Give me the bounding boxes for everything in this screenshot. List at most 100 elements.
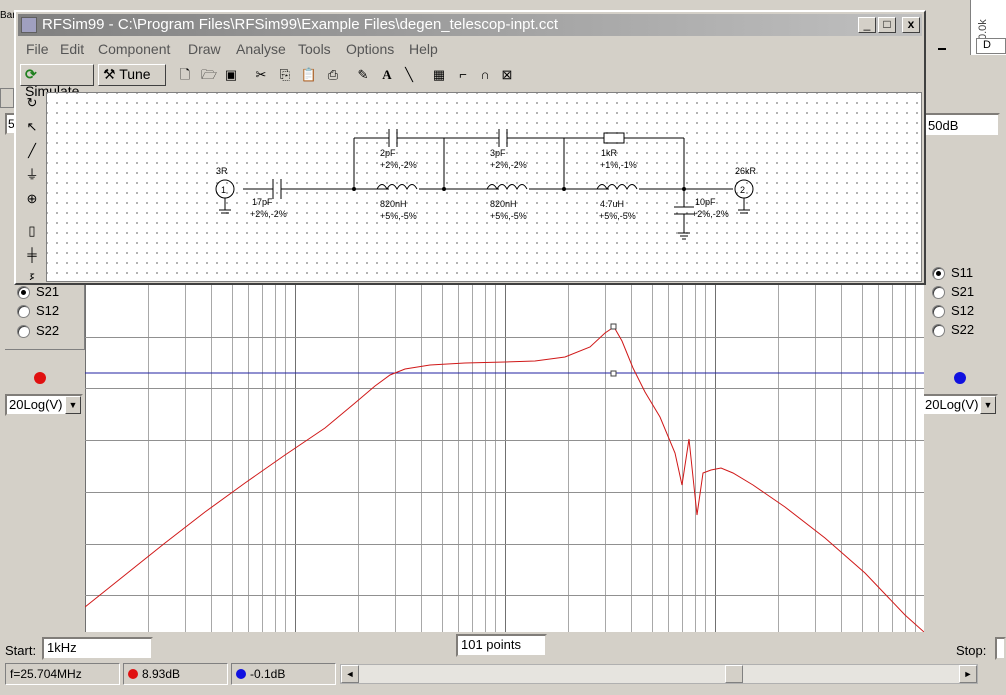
chevron-down-icon[interactable]: ▼ xyxy=(65,396,81,414)
scrollbar-thumb[interactable] xyxy=(725,665,743,683)
blue-marker-handle[interactable] xyxy=(610,370,617,377)
radio-label-s21-right: S21 xyxy=(951,284,975,299)
refresh-icon: ⟳ xyxy=(25,66,37,82)
radio-s21[interactable] xyxy=(17,286,30,299)
l3-value: 4.7uH xyxy=(600,199,624,209)
radio-s12-right[interactable] xyxy=(932,305,945,318)
radio-label-s12: S12 xyxy=(36,303,60,318)
l2-value: 820nH xyxy=(490,199,517,209)
radio-label-s12-right: S12 xyxy=(951,303,975,318)
chevron-down-icon[interactable]: ▼ xyxy=(980,396,996,414)
l1-value: 820nH xyxy=(380,199,407,209)
tune-icon: ⚒ xyxy=(103,66,116,82)
right-scale-select[interactable]: 20Log(V) ▼ xyxy=(921,394,998,416)
close-button[interactable]: x xyxy=(902,17,920,33)
ground-icon[interactable]: ⏚ xyxy=(23,166,41,184)
points-input[interactable]: 101 points xyxy=(456,634,547,657)
background-side-text: 0.0k xyxy=(977,19,989,40)
menu-edit[interactable]: Edit xyxy=(60,41,84,57)
text-tool-icon[interactable]: A xyxy=(378,66,396,84)
simulate-button[interactable]: ⟳ Simulate xyxy=(20,64,94,99)
copy-icon[interactable]: ⎘ xyxy=(276,66,294,84)
tune-button[interactable]: ⚒ Tune xyxy=(98,64,166,86)
radio-s21-right[interactable] xyxy=(932,286,945,299)
coil-icon[interactable]: ∩ xyxy=(476,66,494,84)
radio-label-s22: S22 xyxy=(36,323,60,338)
line-tool-icon[interactable]: ╲ xyxy=(400,66,418,84)
radio-s11[interactable] xyxy=(932,267,945,280)
radio-s22-right[interactable] xyxy=(932,324,945,337)
minimize-button[interactable]: _ xyxy=(858,17,876,33)
plot-area[interactable] xyxy=(85,285,924,632)
frequency-scrollbar[interactable]: ◄ ► xyxy=(340,664,978,684)
menu-draw[interactable]: Draw xyxy=(188,41,221,57)
c-in-tolerance: +2%,-2% xyxy=(250,209,287,219)
menu-component[interactable]: Component xyxy=(98,41,170,57)
menu-tools[interactable]: Tools xyxy=(298,41,331,57)
background-tab-d: D xyxy=(976,38,1006,54)
red-dot-icon xyxy=(128,669,138,679)
component-palette: ↻ ↖ ╱ ⏚ ⊕ ▯ ╪ ξ xyxy=(20,92,44,282)
status-blue-marker: -0.1dB xyxy=(231,663,336,685)
grid-horizontal xyxy=(85,337,924,596)
calculator-icon[interactable]: ▦ xyxy=(430,66,448,84)
save-icon[interactable]: ▣ xyxy=(222,66,240,84)
maximize-button[interactable]: □ xyxy=(878,17,896,33)
red-marker-icon[interactable] xyxy=(34,372,46,384)
menu-file[interactable]: File xyxy=(26,41,49,57)
smith-chart-icon[interactable]: ⊠ xyxy=(498,66,516,84)
filter-icon[interactable]: ⌐ xyxy=(454,66,472,84)
scroll-right-button[interactable]: ► xyxy=(959,665,977,683)
new-file-icon[interactable]: 🗋 xyxy=(176,66,194,84)
paste-icon[interactable]: 📋 xyxy=(300,66,318,84)
print-icon[interactable]: ⎙ xyxy=(324,66,342,84)
left-scale-select[interactable]: 20Log(V) ▼ xyxy=(5,394,83,416)
inductor-icon[interactable]: ξ xyxy=(23,270,41,280)
l1-tolerance: +5%,-5% xyxy=(380,211,417,221)
menu-bar: File Edit Component Draw Analyse Tools O… xyxy=(20,39,920,59)
port2-number: 2 xyxy=(740,185,745,195)
background-left-button xyxy=(0,88,14,108)
radio-label-s22-right: S22 xyxy=(951,322,975,337)
brush-icon[interactable]: ✎ xyxy=(354,66,372,84)
c1-value: 2pF xyxy=(380,148,396,158)
menu-help[interactable]: Help xyxy=(409,41,438,57)
c-out-value: 10pF xyxy=(695,197,716,207)
app-icon xyxy=(21,17,37,33)
pointer-icon[interactable]: ↖ xyxy=(23,118,41,136)
start-frequency-input[interactable]: 1kHz xyxy=(42,637,153,660)
radio-label-s11: S11 xyxy=(951,265,974,280)
scroll-left-button[interactable]: ◄ xyxy=(341,665,359,683)
window-title: RFSim99 - C:\Program Files\RFSim99\Examp… xyxy=(42,16,559,33)
schematic-canvas[interactable]: 1 3R 2 26kR 17pF +2%,-2% 2pF +2%,-2% 3pF… xyxy=(46,92,922,282)
r1-tolerance: +1%,-1% xyxy=(600,160,637,170)
cut-icon[interactable]: ✂ xyxy=(252,66,270,84)
rotate-icon[interactable]: ↻ xyxy=(23,94,41,112)
stop-frequency-input[interactable] xyxy=(995,637,1006,660)
menu-analyse[interactable]: Analyse xyxy=(236,41,286,57)
capacitor-icon[interactable]: ╪ xyxy=(23,246,41,264)
main-window: RFSim99 - C:\Program Files\RFSim99\Examp… xyxy=(14,10,926,285)
response-graph[interactable] xyxy=(85,285,924,632)
menu-options[interactable]: Options xyxy=(346,41,394,57)
port1-number: 1 xyxy=(221,185,226,195)
status-frequency: f=25.704MHz xyxy=(5,663,120,685)
port-icon[interactable]: ⊕ xyxy=(23,190,41,208)
wire-icon[interactable]: ╱ xyxy=(23,142,41,160)
radio-label-s21: S21 xyxy=(36,284,60,299)
red-marker-handle[interactable] xyxy=(610,323,617,330)
resistor-icon[interactable]: ▯ xyxy=(23,222,41,240)
background-app-strip xyxy=(0,0,1006,8)
toolbar: ⟳ Simulate ⚒ Tune 🗋 🗁 ▣ ✂ ⎘ 📋 ⎙ ✎ A ╲ ▦ … xyxy=(20,62,920,99)
radio-s22[interactable] xyxy=(17,325,30,338)
open-folder-icon[interactable]: 🗁 xyxy=(200,66,218,84)
l3-tolerance: +5%,-5% xyxy=(599,211,636,221)
blue-dot-icon xyxy=(236,669,246,679)
blue-marker-icon[interactable] xyxy=(954,372,966,384)
title-bar[interactable]: RFSim99 - C:\Program Files\RFSim99\Examp… xyxy=(18,14,922,36)
c-out-tolerance: +2%,-2% xyxy=(692,209,729,219)
radio-s12[interactable] xyxy=(17,305,30,318)
right-sparam-group: S11 S21 S12 S22 xyxy=(925,255,1006,345)
left-sparam-group: S21 S12 S22 xyxy=(5,275,85,350)
stop-label: Stop: xyxy=(956,643,987,658)
